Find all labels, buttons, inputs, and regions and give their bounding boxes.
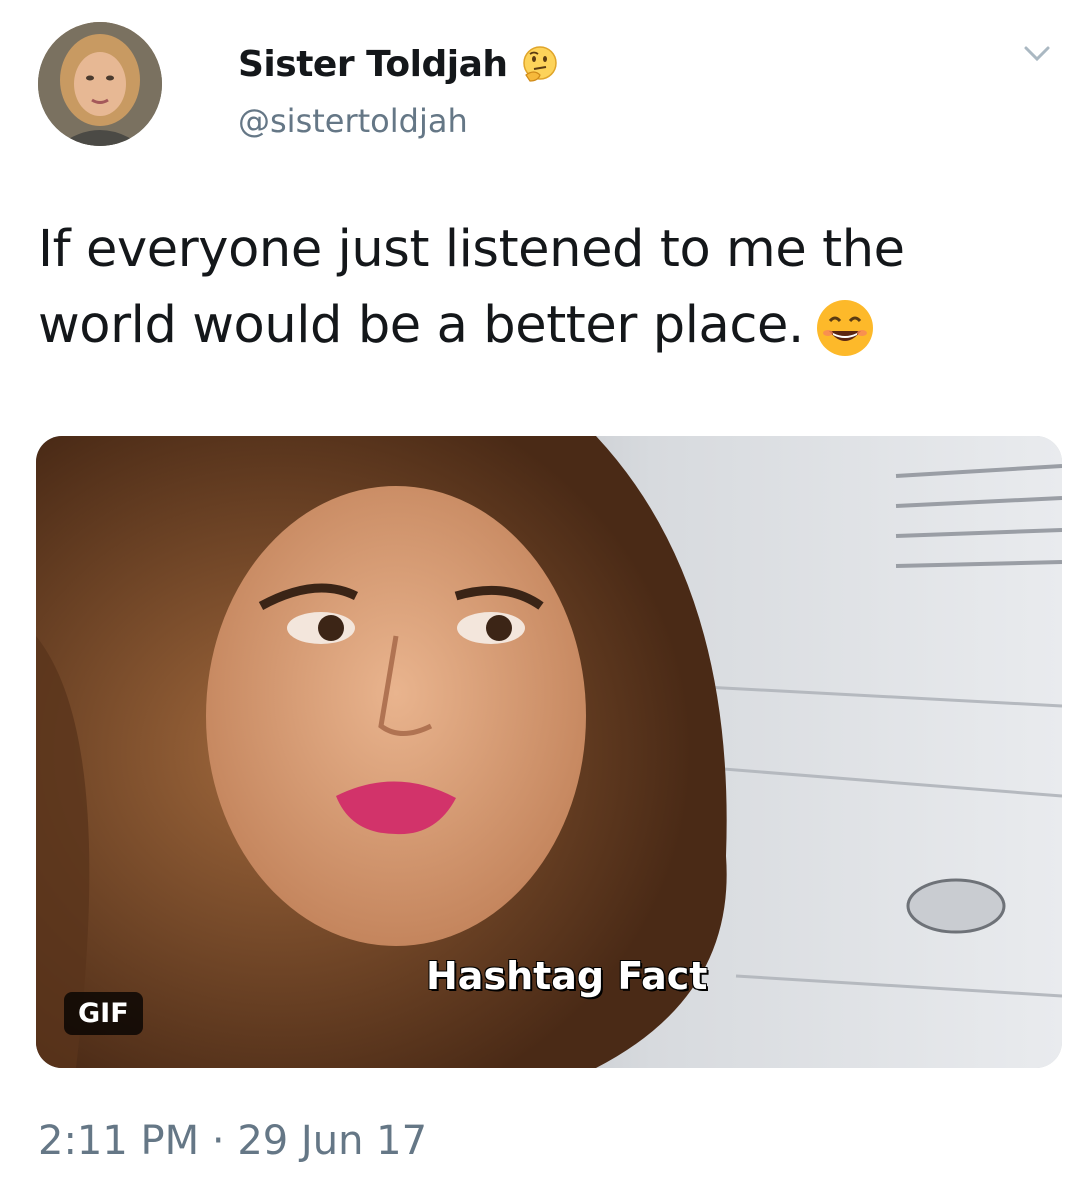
name-row: Sister Toldjah [238, 44, 560, 85]
avatar[interactable] [38, 22, 162, 146]
gif-badge: GIF [64, 992, 143, 1035]
author-name[interactable]: Sister Toldjah [238, 44, 508, 85]
tweet-text: If everyone just listened to me the worl… [38, 212, 1048, 364]
gif-caption: Hashtag Fact [426, 954, 708, 998]
chevron-down-icon[interactable] [1022, 42, 1052, 66]
tweet-timestamp[interactable]: 2:11 PM · 29 Jun 17 [38, 1118, 427, 1164]
tweet-header: Sister Toldjah @sistertoldjah [38, 22, 1058, 152]
author-handle[interactable]: @sistertoldjah [238, 102, 468, 140]
tweet-text-body: If everyone just listened to me the worl… [38, 220, 905, 355]
grinning-face-icon [814, 297, 876, 359]
tweet-media-gif[interactable]: Hashtag Fact GIF [36, 436, 1062, 1068]
thinking-face-icon [522, 45, 557, 82]
